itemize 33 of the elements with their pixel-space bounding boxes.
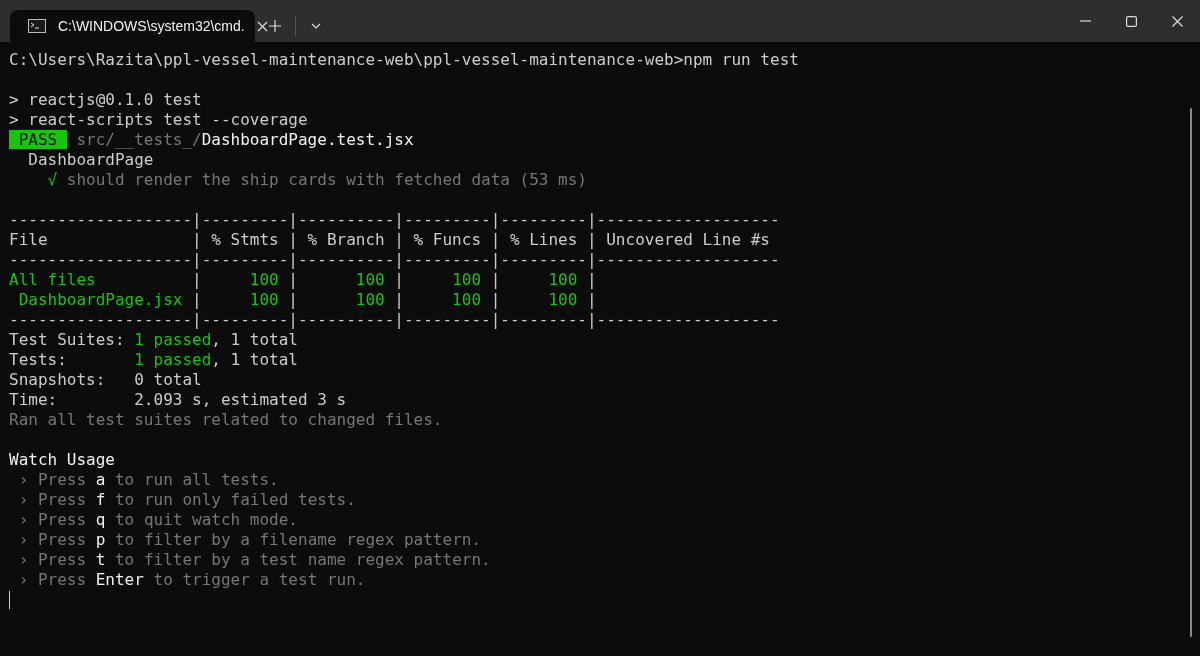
terminal-line: Watch Usage	[9, 450, 115, 470]
terminal-icon	[28, 19, 46, 33]
plus-icon	[269, 20, 281, 32]
terminal-line: Tests: 1 passed, 1 total	[9, 350, 298, 370]
terminal-line: Test Suites: 1 passed, 1 total	[9, 330, 298, 350]
chevron-down-icon	[311, 23, 321, 29]
terminal-line: C:\Users\Razita\ppl-vessel-maintenance-web\ppl-vessel-maintenance-web>npm run test	[9, 50, 799, 70]
terminal-line: All files | 100 | 100 | 100 | 100 |	[9, 270, 597, 290]
terminal-line: -------------------|---------|----------|---------|---------|-------------------	[9, 310, 780, 330]
terminal-line: √ should render the ship cards with fetched data (53 ms)	[46, 170, 587, 190]
terminal-line: › Press Enter to trigger a test run.	[17, 570, 366, 590]
close-icon	[1171, 15, 1183, 27]
terminal-line: › Press a to run all tests.	[17, 470, 279, 490]
terminal-line: File | % Stmts | % Branch | % Funcs | % Lines | Uncovered Line #s	[9, 230, 770, 250]
terminal-line: › Press p to filter by a filename regex pattern.	[17, 530, 482, 550]
terminal-line: > reactjs@0.1.0 test	[9, 90, 202, 110]
terminal-line: Time: 2.093 s, estimated 3 s	[9, 390, 347, 410]
terminal-line: -------------------|---------|----------|---------|---------|-------------------	[9, 250, 780, 270]
maximize-icon	[1125, 15, 1137, 27]
scrollbar[interactable]	[1190, 108, 1192, 637]
terminal-line: -------------------|---------|----------|---------|---------|-------------------	[9, 210, 780, 230]
terminal-line: › Press f to run only failed tests.	[17, 490, 356, 510]
terminal-line: DashboardPage	[27, 150, 154, 170]
text-cursor	[9, 591, 10, 609]
terminal-line: PASS src/__tests_/DashboardPage.test.jsx	[9, 130, 414, 150]
terminal-line: Snapshots: 0 total	[9, 370, 202, 390]
minimize-icon	[1079, 20, 1091, 22]
tab-close-icon[interactable]	[256, 20, 268, 32]
terminal-line: › Press t to filter by a test name regex pattern.	[17, 550, 491, 570]
terminal-line: Ran all test suites related to changed files.	[9, 410, 443, 430]
terminal-line: > react-scripts test --coverage	[9, 110, 308, 130]
terminal-line: › Press q to quit watch mode.	[17, 510, 298, 530]
terminal-line: DashboardPage.jsx | 100 | 100 | 100 | 100 |	[17, 290, 597, 310]
